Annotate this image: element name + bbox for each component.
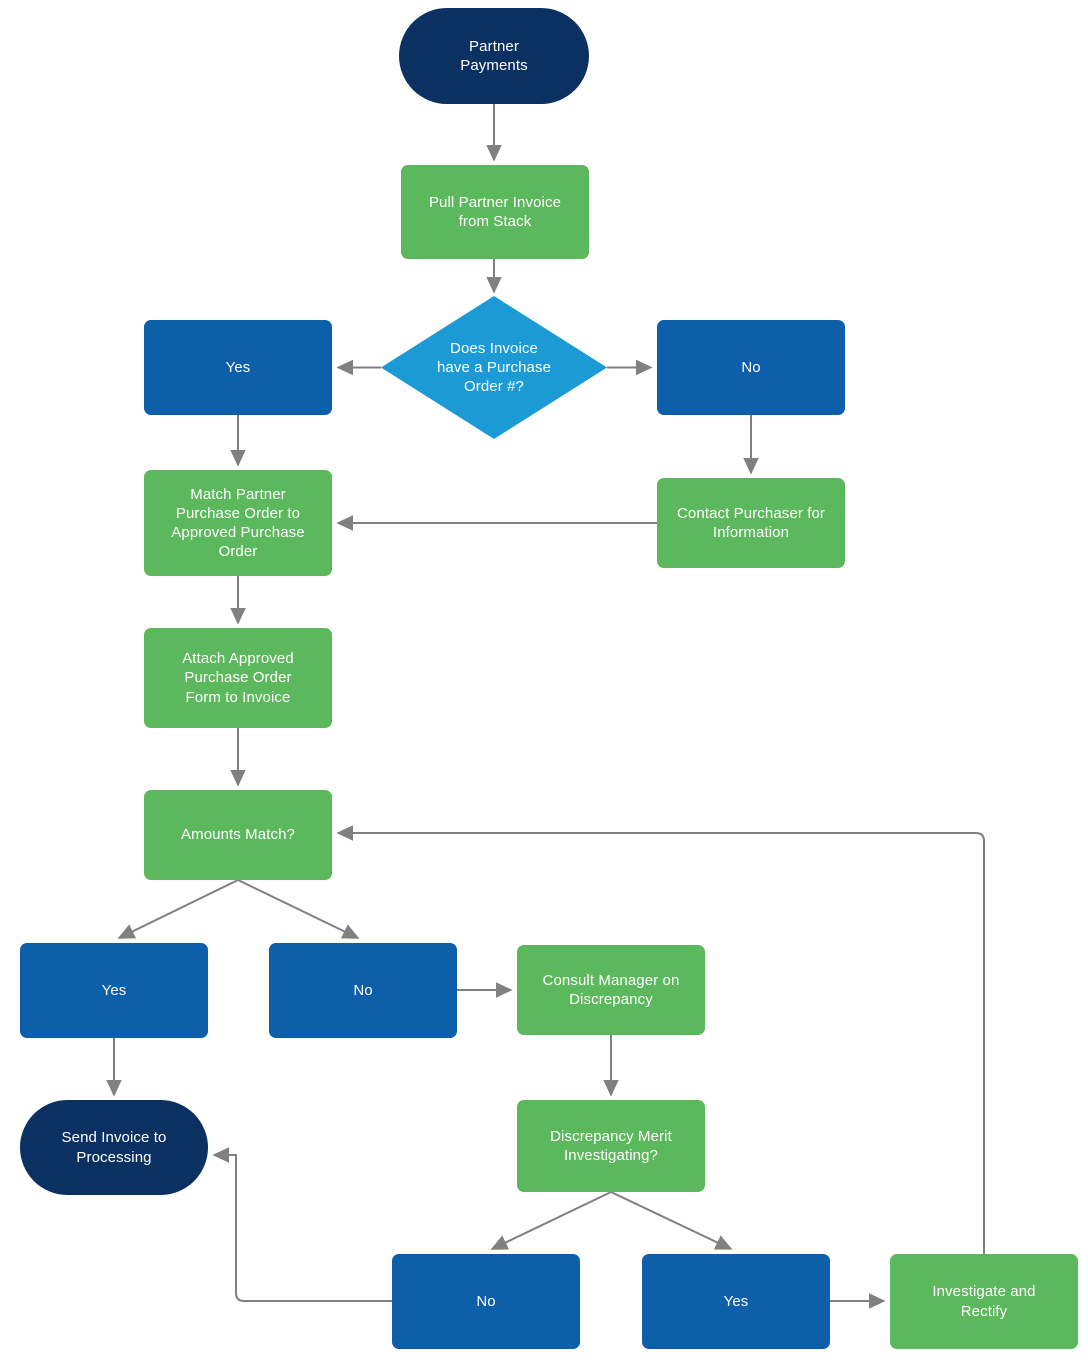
node-label-line: have a Purchase (436, 358, 552, 376)
node-label: No (353, 981, 373, 999)
node-option-po-yes[interactable]: Yes (144, 320, 332, 415)
node-label: Contact Purchaser for Information (677, 504, 825, 542)
node-label: Amounts Match? (181, 826, 295, 844)
node-label: Attach Approved Purchase Order Form to I… (182, 649, 294, 707)
node-label: Consult Manager on Discrepancy (543, 971, 680, 1009)
node-investigate-and-rectify[interactable]: Investigate and Rectify (890, 1254, 1078, 1349)
node-start-partner-payments[interactable]: Partner Payments (399, 8, 589, 104)
node-contact-purchaser[interactable]: Contact Purchaser for Information (657, 478, 845, 568)
node-label-line: Does Invoice (450, 339, 538, 357)
node-label: Does Invoice have a Purchase Order #? (437, 339, 551, 397)
node-label-line: Consult Manager on (542, 971, 680, 989)
node-label: Yes (723, 1292, 749, 1310)
node-attach-approved-po-form[interactable]: Attach Approved Purchase Order Form to I… (144, 628, 332, 728)
node-consult-manager[interactable]: Consult Manager on Discrepancy (517, 945, 705, 1035)
edge-amounts-match-to-no (237, 879, 360, 939)
node-label: Yes (101, 981, 127, 999)
node-label: No (476, 1292, 496, 1310)
node-label: Discrepancy Merit Investigating? (550, 1127, 672, 1165)
node-label-line: Approved Purchase (171, 524, 305, 541)
node-label-line: Attach Approved (182, 650, 294, 668)
node-option-amounts-no[interactable]: No (269, 943, 457, 1038)
node-label-line: from Stack (458, 213, 532, 230)
node-label-line: Form to Invoice (185, 688, 291, 706)
node-label: Match Partner Purchase Order to Approved… (171, 485, 304, 562)
node-send-invoice-to-processing[interactable]: Send Invoice to Processing (20, 1100, 208, 1195)
node-option-merit-yes[interactable]: Yes (642, 1254, 830, 1349)
node-label-line: Order (218, 543, 258, 561)
node-label: Yes (225, 358, 251, 376)
node-label-line: Match Partner (190, 485, 286, 503)
node-label-line: Payments (460, 57, 528, 74)
node-option-amounts-yes[interactable]: Yes (20, 943, 208, 1038)
node-pull-partner-invoice[interactable]: Pull Partner Invoice from Stack (401, 165, 589, 259)
node-match-partner-purchase-order[interactable]: Match Partner Purchase Order to Approved… (144, 470, 332, 576)
node-option-po-no[interactable]: No (657, 320, 845, 415)
node-amounts-match[interactable]: Amounts Match? (144, 790, 332, 880)
node-label: Partner Payments (460, 37, 528, 75)
node-label-line: Information (712, 524, 790, 541)
node-label-line: Investigating? (564, 1147, 658, 1164)
flowchart-canvas: Partner Payments Pull Partner Invoice fr… (0, 0, 1088, 1362)
node-label-line: Order #? (463, 378, 524, 396)
node-label-line: Contact Purchaser for (677, 504, 825, 522)
node-option-merit-no[interactable]: No (392, 1254, 580, 1349)
node-label-line: Discrepancy (569, 991, 653, 1008)
edge-amounts-match-to-yes (117, 879, 239, 939)
node-label-line: Rectify (960, 1302, 1008, 1320)
node-label-line: Purchase Order to (175, 504, 301, 522)
node-label-line: Processing (76, 1148, 152, 1166)
edge-merit-no-to-send-invoice (212, 1147, 392, 1302)
node-label-line: Pull Partner Invoice (428, 193, 562, 211)
node-label-line: Purchase Order (184, 669, 292, 687)
node-label: Investigate and Rectify (932, 1282, 1035, 1320)
node-label-line: Investigate and (932, 1283, 1036, 1301)
node-label: Pull Partner Invoice from Stack (429, 193, 561, 231)
node-label: No (741, 358, 761, 376)
node-discrepancy-merit-investigating[interactable]: Discrepancy Merit Investigating? (517, 1100, 705, 1192)
node-decision-has-purchase-order[interactable]: Does Invoice have a Purchase Order #? (381, 296, 607, 439)
node-label-line: Partner (469, 37, 519, 55)
node-label: Send Invoice to Processing (62, 1128, 167, 1166)
node-label-line: Discrepancy Merit (550, 1127, 672, 1145)
edge-merit-to-yes (610, 1191, 733, 1250)
edge-merit-to-no (490, 1191, 612, 1250)
node-label-line: Send Invoice to (61, 1129, 167, 1147)
